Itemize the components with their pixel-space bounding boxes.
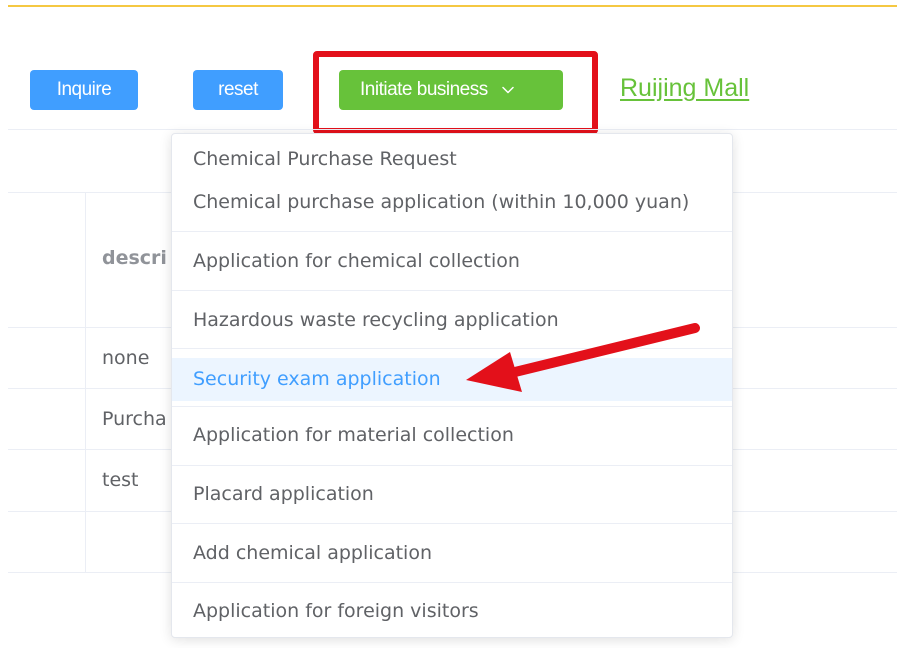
annotation-highlight-box: [313, 51, 598, 134]
reset-button[interactable]: reset: [193, 70, 283, 110]
column-header-describe: describ: [102, 247, 168, 269]
initiate-business-dropdown: Chemical Purchase Request Chemical purch…: [171, 133, 733, 638]
table-cell: none: [102, 347, 150, 369]
table-cell: test: [102, 469, 139, 491]
menu-divider: [172, 523, 732, 524]
menu-item-chemical-collection[interactable]: Application for chemical collection: [172, 250, 732, 272]
menu-divider: [172, 582, 732, 583]
menu-item-chemical-purchase-request[interactable]: Chemical Purchase Request: [172, 148, 732, 170]
table-border: [8, 129, 897, 130]
menu-item-hazardous-waste-recycling[interactable]: Hazardous waste recycling application: [172, 309, 732, 331]
menu-item-add-chemical[interactable]: Add chemical application: [172, 542, 732, 564]
table-column-divider: [85, 193, 86, 573]
menu-item-chemical-purchase-within-10000[interactable]: Chemical purchase application (within 10…: [172, 191, 732, 213]
menu-divider: [172, 465, 732, 466]
table-cell: Purcha: [102, 408, 167, 430]
menu-item-material-collection[interactable]: Application for material collection: [172, 424, 732, 446]
menu-item-security-exam[interactable]: Security exam application: [172, 358, 732, 401]
menu-divider: [172, 290, 732, 291]
menu-item-placard[interactable]: Placard application: [172, 483, 732, 505]
menu-divider: [172, 406, 732, 407]
menu-item-foreign-visitors[interactable]: Application for foreign visitors: [172, 600, 732, 622]
inquire-button[interactable]: Inquire: [30, 70, 138, 110]
menu-divider: [172, 348, 732, 349]
menu-divider: [172, 231, 732, 232]
ruijing-mall-link[interactable]: Ruijing Mall: [620, 74, 749, 103]
top-accent-line: [8, 5, 897, 7]
